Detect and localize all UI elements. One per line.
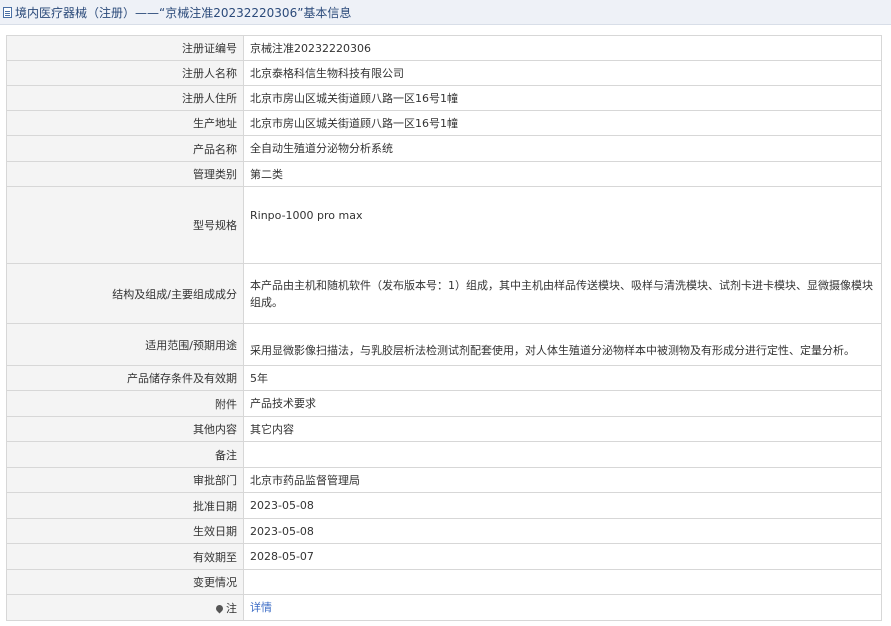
row-label: 其他内容 [6, 416, 244, 442]
page-header: 境内医疗器械（注册）——“京械注准20232220306”基本信息 [0, 0, 891, 25]
row-label: 有效期至 [6, 543, 244, 570]
table-row: 适用范围/预期用途 采用显微影像扫描法，与乳胶层析法检测试剂配套使用，对人体生殖… [6, 323, 882, 366]
row-label: 变更情况 [6, 569, 244, 595]
table-row: 附件 产品技术要求 [6, 390, 882, 417]
table-row: 备注 [6, 441, 882, 468]
table-row: 有效期至 2028-05-07 [6, 543, 882, 570]
row-value: Rinpo-1000 pro max [243, 186, 882, 264]
row-value: 产品技术要求 [243, 390, 882, 417]
row-value: 京械注准20232220306 [243, 35, 882, 61]
table-row: 型号规格 Rinpo-1000 pro max [6, 186, 882, 264]
row-label: 注册人住所 [6, 85, 244, 111]
table-row: 批准日期 2023-05-08 [6, 492, 882, 519]
table-row: 生产地址 北京市房山区城关街道顾八路一区16号1幢 [6, 110, 882, 136]
row-label: 适用范围/预期用途 [6, 323, 244, 366]
row-label: 生效日期 [6, 518, 244, 544]
row-label: 审批部门 [6, 467, 244, 493]
table-row: 管理类别 第二类 [6, 161, 882, 187]
row-label: 结构及组成/主要组成成分 [6, 263, 244, 324]
table-row: 注册人住所 北京市房山区城关街道顾八路一区16号1幢 [6, 85, 882, 111]
table-row: 产品储存条件及有效期 5年 [6, 365, 882, 391]
row-value: 2023-05-08 [243, 492, 882, 519]
info-table: 注册证编号 京械注准20232220306 注册人名称 北京泰格科信生物科技有限… [6, 35, 882, 621]
row-label: 管理类别 [6, 161, 244, 187]
row-value: 2023-05-08 [243, 518, 882, 544]
table-row: 注册人名称 北京泰格科信生物科技有限公司 [6, 60, 882, 86]
row-value: 第二类 [243, 161, 882, 187]
row-value: 本产品由主机和随机软件（发布版本号：1）组成，其中主机由样品传送模块、吸样与清洗… [243, 263, 882, 324]
table-row: 注 详情 [6, 594, 882, 621]
row-label: 注 [226, 601, 237, 615]
row-label: 注册证编号 [6, 35, 244, 61]
details-link[interactable]: 详情 [250, 601, 272, 614]
row-label: 批准日期 [6, 492, 244, 519]
table-row: 注册证编号 京械注准20232220306 [6, 35, 882, 61]
row-value: 其它内容 [243, 416, 882, 442]
row-value [243, 569, 882, 595]
table-row: 结构及组成/主要组成成分 本产品由主机和随机软件（发布版本号：1）组成，其中主机… [6, 263, 882, 324]
table-row: 生效日期 2023-05-08 [6, 518, 882, 544]
document-icon [3, 6, 12, 18]
row-label: 附件 [6, 390, 244, 417]
row-label: 备注 [6, 441, 244, 468]
note-label-cell: 注 [6, 594, 244, 621]
table-row: 产品名称 全自动生殖道分泌物分析系统 [6, 135, 882, 162]
row-value: 详情 [243, 594, 882, 621]
row-label: 型号规格 [6, 186, 244, 264]
row-value: 采用显微影像扫描法，与乳胶层析法检测试剂配套使用，对人体生殖道分泌物样本中被测物… [243, 323, 882, 366]
row-value: 北京市房山区城关街道顾八路一区16号1幢 [243, 85, 882, 111]
row-label: 产品储存条件及有效期 [6, 365, 244, 391]
row-value: 5年 [243, 365, 882, 391]
row-value: 北京泰格科信生物科技有限公司 [243, 60, 882, 86]
table-row: 变更情况 [6, 569, 882, 595]
page-title: 境内医疗器械（注册）——“京械注准20232220306”基本信息 [15, 5, 352, 20]
pin-icon [214, 603, 225, 614]
row-label: 产品名称 [6, 135, 244, 162]
row-value: 北京市药品监督管理局 [243, 467, 882, 493]
table-row: 审批部门 北京市药品监督管理局 [6, 467, 882, 493]
row-value: 北京市房山区城关街道顾八路一区16号1幢 [243, 110, 882, 136]
row-label: 注册人名称 [6, 60, 244, 86]
row-value [243, 441, 882, 468]
row-label: 生产地址 [6, 110, 244, 136]
row-value: 全自动生殖道分泌物分析系统 [243, 135, 882, 162]
row-value: 2028-05-07 [243, 543, 882, 570]
table-row: 其他内容 其它内容 [6, 416, 882, 442]
